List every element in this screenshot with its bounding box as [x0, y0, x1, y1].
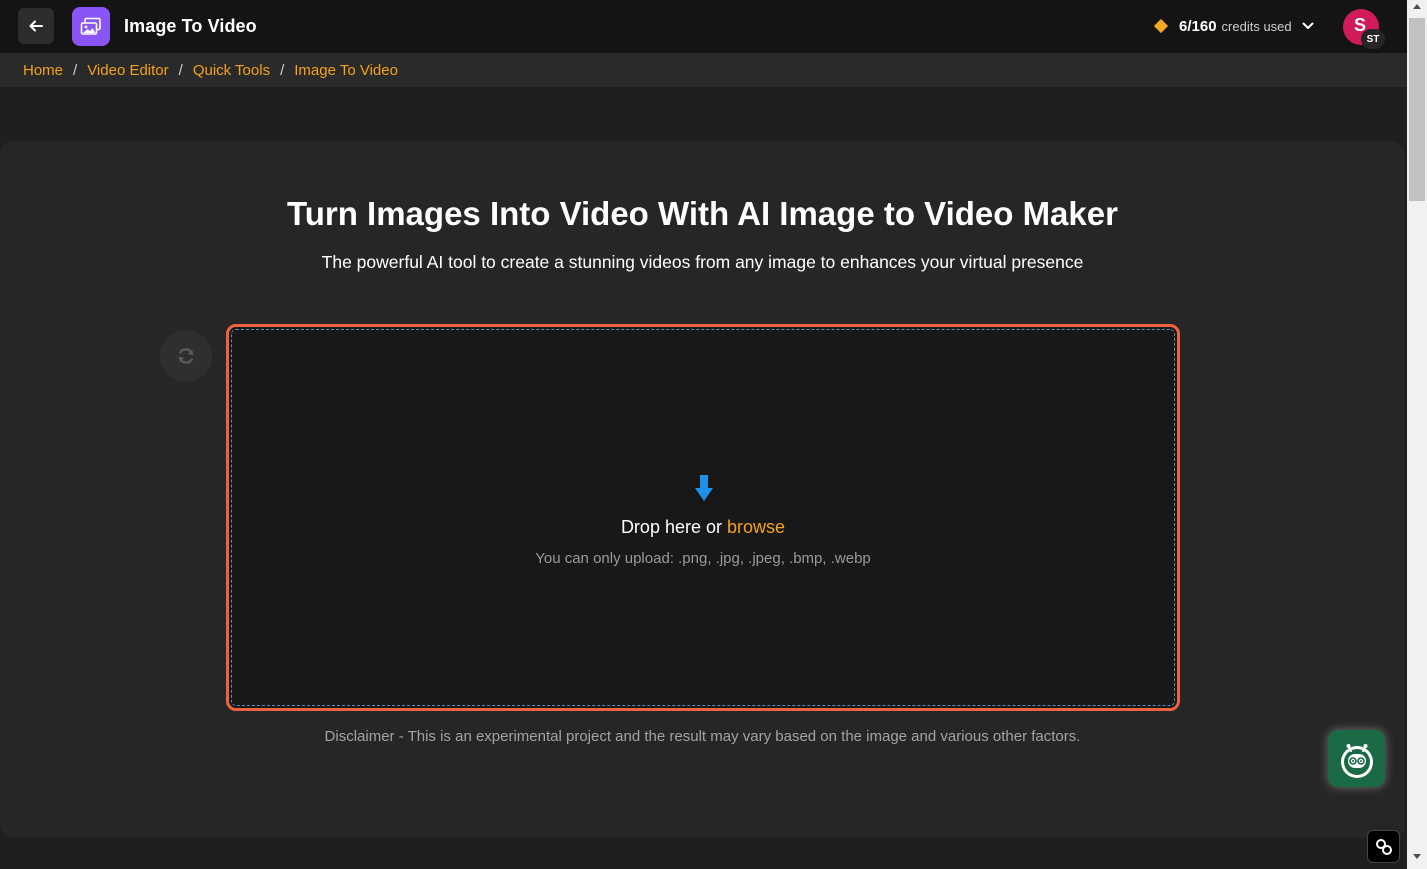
top-header: Image To Video 6/160 credits used S ST — [0, 0, 1407, 53]
diamond-icon — [1153, 18, 1169, 34]
chatbot-button[interactable] — [1328, 730, 1385, 787]
breadcrumb-separator: / — [178, 62, 183, 79]
robot-icon — [1340, 743, 1373, 778]
scroll-thumb[interactable] — [1409, 18, 1425, 201]
breadcrumb-video-editor[interactable]: Video Editor — [87, 62, 168, 79]
main-card: Turn Images Into Video With AI Image to … — [0, 141, 1405, 838]
breadcrumb-image-to-video[interactable]: Image To Video — [294, 62, 398, 79]
scroll-up-arrow[interactable] — [1413, 4, 1421, 9]
avatar-badge: ST — [1361, 29, 1385, 49]
avatar[interactable]: S ST — [1343, 9, 1385, 49]
arrow-left-icon — [29, 20, 43, 32]
app-title: Image To Video — [124, 16, 257, 36]
scroll-down-arrow[interactable] — [1413, 854, 1421, 859]
credits-count: 6/160 — [1179, 17, 1217, 35]
browse-link[interactable]: browse — [727, 517, 785, 537]
credits-label: credits used — [1221, 18, 1292, 34]
drop-text: Drop here or browse — [232, 517, 1174, 538]
credits-dropdown[interactable]: 6/160 credits used — [1152, 16, 1314, 36]
app-logo — [72, 7, 110, 46]
drop-prompt: Drop here or — [620, 517, 722, 537]
dropzone-area[interactable]: Drop here or browse You can only upload:… — [231, 329, 1175, 706]
breadcrumb-bar: Home / Video Editor / Quick Tools / Imag… — [0, 53, 1407, 87]
refresh-icon — [178, 348, 194, 364]
upload-hint: You can only upload: .png, .jpg, .jpeg, … — [535, 550, 871, 567]
extension-button[interactable] — [1367, 830, 1400, 863]
refresh-button[interactable] — [160, 330, 212, 382]
breadcrumb-quick-tools[interactable]: Quick Tools — [193, 62, 270, 79]
breadcrumb-separator: / — [280, 62, 285, 79]
page-subtitle: The powerful AI tool to create a stunnin… — [321, 252, 1084, 272]
image-video-icon — [80, 17, 101, 35]
dropzone[interactable]: Drop here or browse You can only upload:… — [226, 324, 1180, 711]
chevron-down-icon — [1302, 22, 1314, 29]
breadcrumb-home[interactable]: Home — [23, 62, 63, 79]
page-title: Turn Images Into Video With AI Image to … — [287, 195, 1118, 232]
breadcrumb-separator: / — [73, 62, 78, 79]
arrow-down-icon — [695, 475, 713, 501]
disclaimer: Disclaimer - This is an experimental pro… — [324, 728, 1081, 745]
breadcrumb: Home / Video Editor / Quick Tools / Imag… — [23, 62, 398, 79]
back-button[interactable] — [18, 8, 54, 44]
page-scrollbar[interactable] — [1407, 0, 1427, 869]
link-icon — [1375, 838, 1392, 855]
